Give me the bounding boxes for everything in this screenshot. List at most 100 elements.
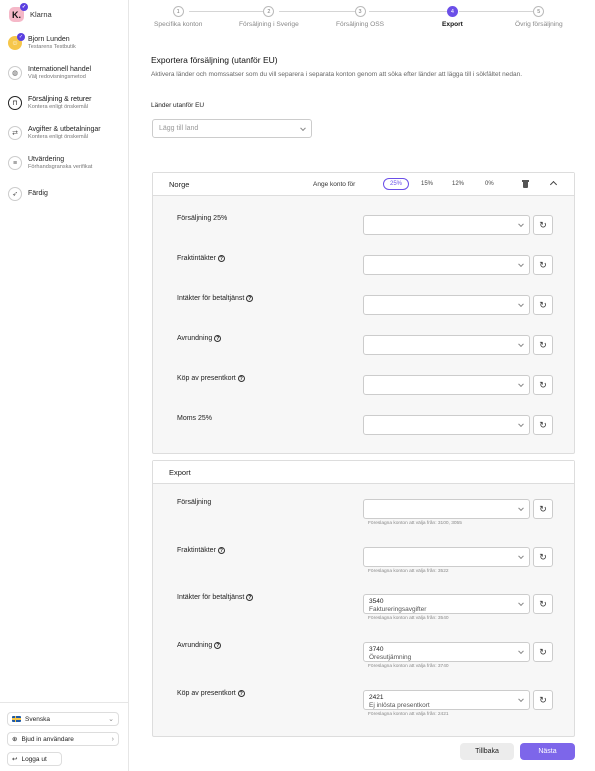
row-label-text: Försäljning	[177, 499, 212, 506]
chevron-down-icon	[518, 421, 524, 428]
next-button[interactable]: Nästa	[520, 743, 575, 760]
transfer-icon: ⇄	[8, 126, 22, 140]
help-icon[interactable]: ?	[214, 335, 222, 342]
row-label: Moms 25%	[177, 415, 212, 422]
card-title: Norge	[169, 180, 190, 189]
account-select[interactable]: 3740 Öresutjämning	[363, 642, 530, 662]
suggested-accounts-hint: Föreslagna konton att välja från: 3522	[368, 569, 449, 574]
account-select[interactable]: 2421 Ej inlösta presentkort	[363, 690, 530, 710]
row-label: Avrundning?	[177, 642, 222, 649]
language-select[interactable]: Svenska ⌄	[7, 712, 119, 726]
user-icon: ☺ ✓	[8, 33, 25, 50]
logout-button[interactable]: ↩ Logga ut	[7, 752, 62, 766]
refresh-icon: ↻	[539, 503, 547, 514]
refresh-button[interactable]: ↻	[533, 594, 553, 614]
shopping-bag-icon: ⊓	[8, 96, 22, 110]
country-search-select[interactable]: Lägg till land	[152, 119, 312, 138]
help-icon[interactable]: ?	[217, 255, 225, 262]
logout-label: Logga ut	[21, 755, 47, 763]
refresh-button[interactable]: ↻	[533, 255, 553, 275]
chevron-down-icon	[518, 381, 524, 388]
account-select[interactable]	[363, 295, 530, 315]
chevron-up-icon[interactable]	[549, 180, 558, 189]
sidebar-item-account[interactable]: ☺ ✓ Bjorn Lunden Testarens Testbutik	[6, 33, 123, 53]
sidebar-item-fees[interactable]: ⇄ Avgifter & utbetalningar Kontera enlig…	[6, 123, 123, 143]
sidebar-item-international[interactable]: ◍ Internationell handel Välj redovisning…	[6, 63, 123, 83]
refresh-button[interactable]: ↻	[533, 415, 553, 435]
suggested-accounts-hint: Föreslagna konton att välja från: 2421	[368, 712, 449, 717]
chevron-down-icon	[518, 261, 524, 268]
refresh-icon: ↻	[539, 694, 547, 705]
rate-25[interactable]: 25%	[383, 178, 410, 190]
language-label: Svenska	[25, 715, 50, 723]
globe-icon: ◍	[8, 66, 22, 80]
row-label-text: Köp av presentkort	[177, 375, 236, 382]
chevron-down-icon	[518, 341, 524, 348]
row-label-text: Försäljning 25%	[177, 215, 228, 222]
step-connector	[459, 11, 543, 12]
sidebar-item-title: Utvärdering	[28, 156, 65, 163]
help-icon[interactable]: ?	[246, 594, 254, 601]
refresh-button[interactable]: ↻	[533, 215, 553, 235]
invite-user-button[interactable]: ⊕ Bjud in användare ›	[7, 732, 119, 746]
refresh-button[interactable]: ↻	[533, 642, 553, 662]
suggested-accounts-hint: Föreslagna konton att välja från: 3740	[368, 664, 449, 669]
refresh-button[interactable]: ↻	[533, 335, 553, 355]
card-header: Norge Ange konto för 25% 15% 12% 0%	[153, 173, 574, 196]
back-button[interactable]: Tillbaka	[460, 743, 514, 760]
chevron-right-icon: ›	[111, 735, 114, 743]
refresh-button[interactable]: ↻	[533, 690, 553, 710]
help-icon[interactable]: ?	[217, 547, 225, 554]
row-label-text: Intäkter för betaltjänst	[177, 594, 245, 601]
page-title: Exportera försäljning (utanför EU)	[151, 55, 278, 65]
step-connector	[279, 11, 363, 12]
help-icon[interactable]: ?	[237, 690, 245, 697]
sidebar-item-title: Internationell handel	[28, 66, 92, 73]
sidebar-item-evaluation[interactable]: ≡ Utvärdering Förhandsgranska verifikat	[6, 153, 123, 173]
card-title: Export	[169, 468, 191, 477]
row-label-text: Avrundning	[177, 335, 213, 342]
chevron-down-icon	[518, 696, 524, 703]
refresh-button[interactable]: ↻	[533, 499, 553, 519]
account-name: Ej inlösta presentkort	[369, 702, 430, 709]
rate-label: Ange konto för	[313, 181, 356, 188]
sidebar-item-sub: Förhandsgranska verifikat	[28, 164, 93, 170]
account-select[interactable]: 3540 Faktureringsavgifter	[363, 594, 530, 614]
rate-15[interactable]: 15%	[415, 178, 439, 190]
refresh-button[interactable]: ↻	[533, 547, 553, 567]
trash-icon[interactable]	[522, 180, 529, 188]
rate-12[interactable]: 12%	[446, 178, 470, 190]
account-select[interactable]	[363, 375, 530, 395]
refresh-icon: ↻	[539, 219, 547, 230]
help-icon[interactable]: ?	[237, 375, 245, 382]
sidebar-item-sales[interactable]: ⊓ Försäljning & returer Kontera enligt ö…	[6, 93, 123, 113]
account-select[interactable]	[363, 255, 530, 275]
check-icon: ✓	[20, 3, 28, 11]
account-select[interactable]	[363, 215, 530, 235]
account-select[interactable]	[363, 547, 530, 567]
sidebar-footer: Svenska ⌄ ⊕ Bjud in användare › ↩ Logga …	[0, 702, 128, 771]
brand-name: Klarna	[30, 10, 52, 19]
step-number: 3	[354, 6, 366, 17]
refresh-button[interactable]: ↻	[533, 375, 553, 395]
refresh-icon: ↻	[539, 646, 547, 657]
chevron-down-icon	[518, 505, 524, 512]
account-select[interactable]	[363, 415, 530, 435]
refresh-button[interactable]: ↻	[533, 295, 553, 315]
account-select[interactable]	[363, 335, 530, 355]
country-placeholder: Lägg till land	[159, 125, 199, 132]
countries-label: Länder utanför EU	[151, 102, 205, 109]
help-icon[interactable]: ?	[214, 642, 222, 649]
account-number: 3540	[369, 598, 384, 605]
sidebar-item-sub: Kontera enligt önskemål	[28, 104, 89, 110]
sidebar-item-sub: Kontera enligt önskemål	[28, 134, 89, 140]
refresh-icon: ↻	[539, 379, 547, 390]
sidebar-item-done[interactable]: ➶ Färdig	[6, 184, 123, 204]
logo-letter: K.	[12, 9, 21, 20]
sweden-flag-icon	[12, 716, 21, 722]
help-icon[interactable]: ?	[246, 295, 254, 302]
rate-0[interactable]: 0%	[479, 178, 500, 190]
row-label: Köp av presentkort?	[177, 690, 245, 697]
suggested-accounts-hint: Föreslagna konton att välja från: 3100, …	[368, 521, 462, 526]
account-select[interactable]	[363, 499, 530, 519]
